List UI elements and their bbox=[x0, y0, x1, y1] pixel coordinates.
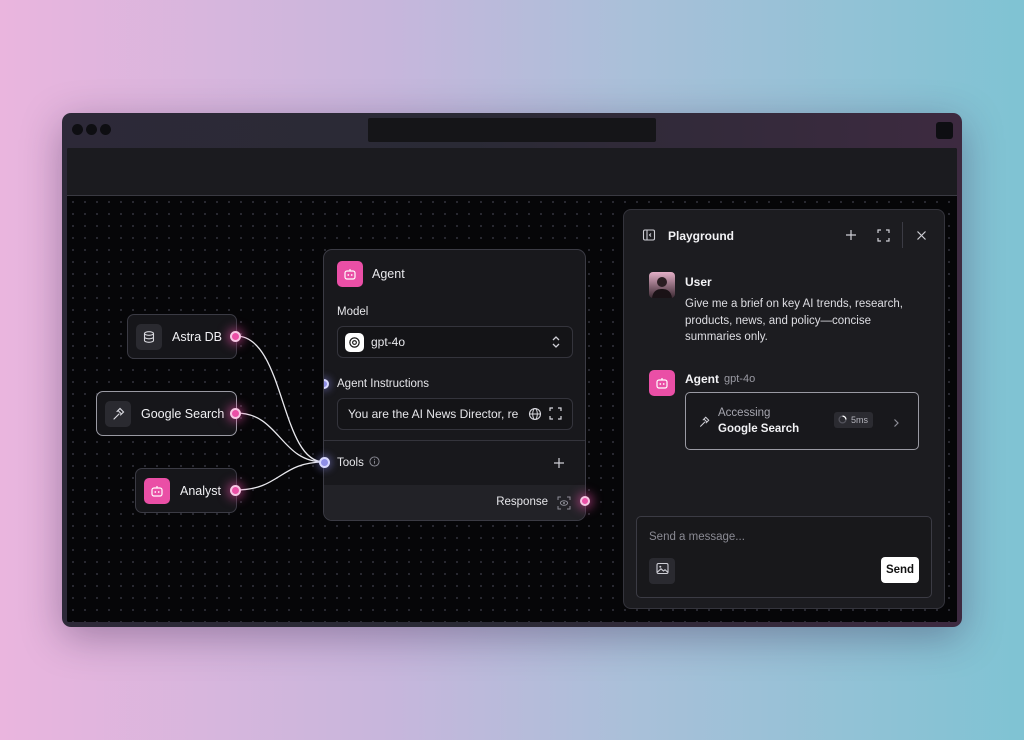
tool-call-card[interactable]: Accessing Google Search 5ms bbox=[685, 392, 919, 450]
astra-output-port[interactable] bbox=[230, 331, 241, 342]
close-icon[interactable] bbox=[912, 226, 930, 244]
node-label: Google Search bbox=[141, 406, 225, 421]
window-minimize-dot[interactable] bbox=[86, 124, 97, 135]
header-divider bbox=[902, 222, 903, 248]
tool-name: Google Search bbox=[718, 423, 800, 435]
window-maximize-dot[interactable] bbox=[100, 124, 111, 135]
eye-icon[interactable] bbox=[557, 496, 571, 515]
playground-panel: Playground User Give me a brief on key A… bbox=[623, 209, 945, 609]
sidebar-collapse-icon[interactable] bbox=[640, 226, 658, 244]
instructions-label: Agent Instructions bbox=[337, 378, 430, 390]
agent-header: Agent bbox=[337, 261, 405, 287]
send-button[interactable]: Send bbox=[881, 557, 919, 583]
model-label: Model bbox=[337, 306, 369, 318]
expand-icon[interactable] bbox=[549, 407, 562, 423]
database-icon bbox=[136, 323, 162, 350]
address-bar[interactable] bbox=[368, 118, 656, 142]
user-name: User bbox=[685, 275, 712, 289]
bot-icon bbox=[144, 477, 170, 504]
agent-name: Agent bbox=[685, 372, 719, 386]
tools-input-port[interactable] bbox=[319, 457, 330, 468]
node-label: Analyst bbox=[180, 483, 221, 498]
node-agent[interactable]: Agent Model gpt-4o Agent Instructions Yo… bbox=[323, 249, 586, 521]
node-google-search[interactable]: Google Search bbox=[96, 391, 237, 436]
image-icon bbox=[655, 562, 669, 580]
node-label: Astra DB bbox=[172, 329, 223, 344]
instructions-input-port[interactable] bbox=[324, 379, 329, 389]
globe-icon[interactable] bbox=[528, 407, 542, 424]
tool-timer-badge: 5ms bbox=[834, 412, 874, 428]
user-message: Give me a brief on key AI trends, resear… bbox=[685, 298, 903, 343]
agent-model: gpt-4o bbox=[724, 373, 756, 385]
agent-divider bbox=[324, 440, 585, 441]
hammer-icon bbox=[698, 415, 710, 433]
node-astra-db[interactable]: Astra DB bbox=[127, 314, 237, 359]
openai-icon bbox=[345, 332, 364, 352]
model-value: gpt-4o bbox=[371, 335, 406, 349]
chevron-right-icon bbox=[893, 415, 900, 433]
agent-title: Agent bbox=[372, 267, 405, 281]
window-menu-button[interactable] bbox=[936, 122, 953, 139]
fullscreen-icon[interactable] bbox=[874, 226, 892, 244]
message-input[interactable]: Send a message... bbox=[649, 531, 745, 543]
tools-row: Tools bbox=[337, 456, 380, 470]
message-composer: Send a message... Send bbox=[636, 516, 932, 598]
response-label: Response bbox=[496, 496, 548, 508]
avatar bbox=[649, 272, 675, 298]
new-chat-icon[interactable] bbox=[842, 226, 860, 244]
tools-label: Tools bbox=[337, 457, 364, 469]
app-header bbox=[67, 148, 957, 196]
image-upload-button[interactable] bbox=[649, 558, 675, 584]
node-analyst[interactable]: Analyst bbox=[135, 468, 237, 513]
hammer-icon bbox=[105, 400, 131, 427]
spinner-icon bbox=[838, 414, 847, 426]
bot-icon bbox=[649, 370, 675, 396]
instructions-value: You are the AI News Director, re bbox=[348, 407, 519, 421]
tool-time: 5ms bbox=[851, 415, 869, 425]
instructions-field[interactable]: You are the AI News Director, re bbox=[337, 398, 573, 430]
info-icon[interactable] bbox=[369, 456, 380, 470]
model-select[interactable]: gpt-4o bbox=[337, 326, 573, 358]
chevron-up-down-icon bbox=[551, 335, 561, 352]
playground-title: Playground bbox=[668, 229, 735, 243]
tool-status: Accessing bbox=[718, 407, 771, 419]
add-tool-icon[interactable] bbox=[553, 456, 565, 474]
response-bar: Response bbox=[324, 485, 585, 520]
title-bar bbox=[62, 113, 962, 147]
bot-icon bbox=[337, 261, 363, 287]
window-close-dot[interactable] bbox=[72, 124, 83, 135]
response-output-port[interactable] bbox=[580, 496, 590, 506]
google-output-port[interactable] bbox=[230, 408, 241, 419]
analyst-output-port[interactable] bbox=[230, 485, 241, 496]
